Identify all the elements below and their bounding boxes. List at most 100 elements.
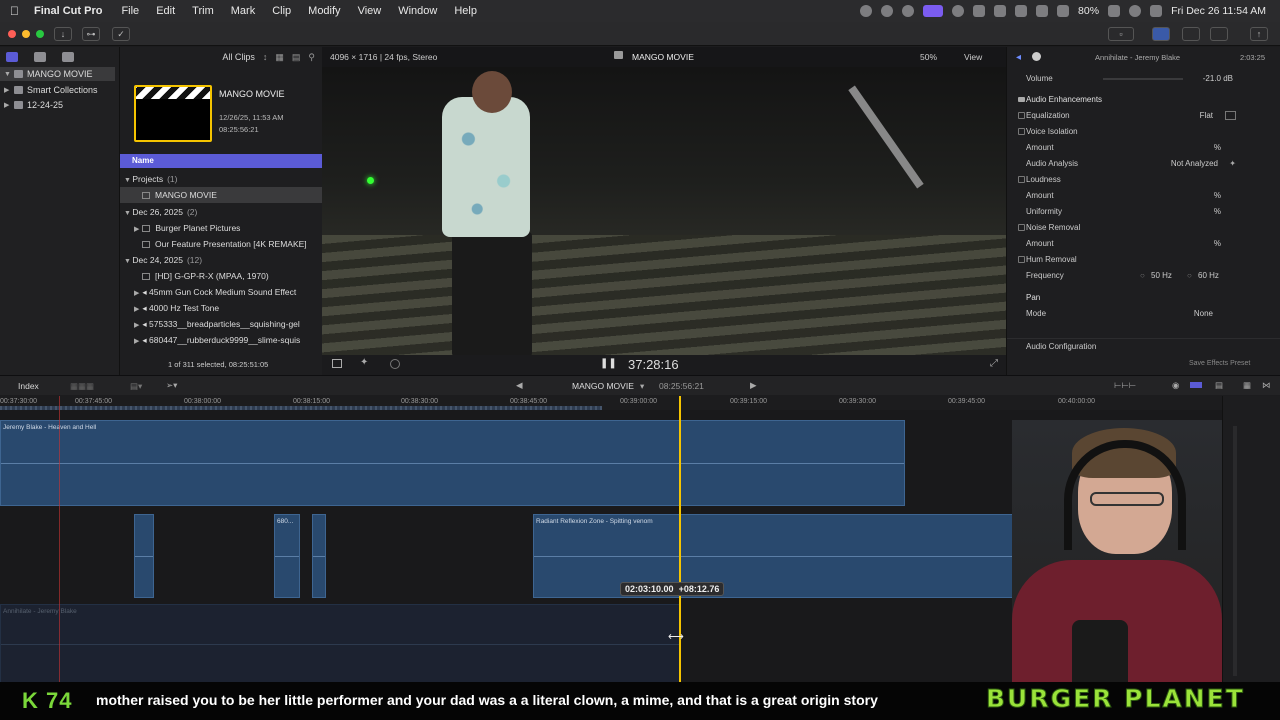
forward-arrow-icon[interactable]: ▶ <box>750 380 757 391</box>
filmstrip-icon[interactable]: ▦ <box>275 52 284 63</box>
inspector-toggle-icon[interactable] <box>1210 27 1228 41</box>
volume-slider[interactable] <box>1103 78 1183 80</box>
save-effects-preset-button[interactable]: Save Effects Preset <box>1189 360 1250 367</box>
audio-clip-heaven-and-hell[interactable]: Jeremy Blake - Heaven and Hell <box>0 420 905 506</box>
disclosure-icon[interactable]: ▶ <box>4 101 10 109</box>
select-tool-icon[interactable]: ➢▾ <box>166 380 177 391</box>
library-item[interactable]: ▼ MANGO MOVIE <box>0 67 115 81</box>
skimming-icon[interactable]: ⊢⊢⊢ <box>1114 380 1136 391</box>
video-frame[interactable] <box>322 67 1006 355</box>
menu-help[interactable]: Help <box>454 5 477 17</box>
volume-icon[interactable] <box>973 5 986 17</box>
clip-filter[interactable]: All Clips <box>222 52 255 62</box>
zoom-window-button[interactable] <box>36 30 44 38</box>
voice-isolation-checkbox[interactable] <box>1018 128 1025 135</box>
freq-50[interactable]: 50 Hz <box>1151 268 1172 284</box>
volume-value[interactable]: -21.0 dB <box>1203 71 1233 87</box>
list-item[interactable]: Our Feature Presentation [4K REMAKE] <box>120 236 323 252</box>
menu-window[interactable]: Window <box>398 5 437 17</box>
list-item[interactable]: ▶ Burger Planet Pictures <box>120 220 323 236</box>
screen-record-icon[interactable] <box>923 5 944 17</box>
filter-chevron-icon[interactable]: ↕ <box>263 52 268 62</box>
photos-icon[interactable] <box>34 52 46 62</box>
menu-clip[interactable]: Clip <box>272 5 291 17</box>
loudness-checkbox[interactable] <box>1018 176 1025 183</box>
project-thumbnail[interactable] <box>134 85 212 142</box>
timeline-project-name[interactable]: MANGO MOVIE <box>572 381 634 391</box>
hum-removal-checkbox[interactable] <box>1018 256 1025 263</box>
wifi-icon[interactable] <box>1108 5 1121 17</box>
connect-icon[interactable]: ▦▦▦ <box>70 381 94 392</box>
fullscreen-icon[interactable]: ⤢ <box>990 358 998 369</box>
search-icon[interactable] <box>1129 5 1142 17</box>
audio-configuration-header[interactable]: Audio Configuration <box>1007 338 1280 354</box>
edit-mode-icon[interactable]: ▤▾ <box>130 381 142 392</box>
minimize-window-button[interactable] <box>22 30 30 38</box>
list-item[interactable]: ▶ ◂ 45mm Gun Cock Medium Sound Effect <box>120 284 323 300</box>
snapping-icon[interactable] <box>1190 382 1202 388</box>
pan-header[interactable]: Pan <box>1007 290 1280 306</box>
keywords-icon[interactable]: ⊶ <box>82 27 100 41</box>
menu-view[interactable]: View <box>358 5 382 17</box>
globe-icon[interactable] <box>881 5 894 17</box>
audio-clip-small[interactable]: 680... <box>274 514 300 598</box>
list-item[interactable]: ▶ ◂ 4000 Hz Test Tone <box>120 300 323 316</box>
record-icon[interactable] <box>860 5 873 17</box>
titles-icon[interactable] <box>62 52 74 62</box>
audio-inspector-icon[interactable]: ◂ <box>1016 52 1021 63</box>
menu-app-name[interactable]: Final Cut Pro <box>34 5 102 17</box>
audio-clip-annihilate[interactable]: Annihilate - Jeremy Blake <box>0 604 680 682</box>
event-item[interactable]: ▶ 12-24-25 <box>4 98 63 112</box>
speed-icon[interactable] <box>390 359 400 369</box>
clip-appearance-icon[interactable]: ▤ <box>1215 380 1223 391</box>
audio-enhancements-header[interactable]: Audio Enhancements <box>1007 92 1280 108</box>
voice-amount-unit[interactable]: % <box>1214 140 1221 156</box>
audio-clip-small[interactable] <box>312 514 326 598</box>
transform-icon[interactable] <box>332 359 342 368</box>
smart-collections-item[interactable]: ▶ Smart Collections <box>4 83 98 97</box>
info-icon[interactable] <box>1032 52 1041 61</box>
list-group-date[interactable]: ▼ Dec 26, 2025 (2) <box>120 204 323 220</box>
menu-modify[interactable]: Modify <box>308 5 340 17</box>
equalization-checkbox[interactable] <box>1018 112 1025 119</box>
disclosure-icon[interactable]: ▼ <box>4 71 11 78</box>
list-item[interactable]: MANGO MOVIE <box>120 187 323 203</box>
timecode-display[interactable]: 37:28:16 <box>628 357 679 372</box>
apple-icon[interactable]:  <box>10 4 24 18</box>
play-icon[interactable] <box>952 5 965 17</box>
pause-icon[interactable]: ❚❚ <box>600 358 617 369</box>
transitions-icon[interactable]: ⋈ <box>1262 380 1271 391</box>
display-icon[interactable] <box>994 5 1007 17</box>
analyze-icon[interactable]: ✦ <box>1229 156 1236 172</box>
disclosure-icon[interactable]: ▶ <box>4 86 10 94</box>
control-center-icon[interactable] <box>1150 5 1163 17</box>
close-window-button[interactable] <box>8 30 16 38</box>
list-icon[interactable]: ▤ <box>292 52 301 63</box>
name-column-header[interactable]: Name <box>120 154 323 168</box>
menu-trim[interactable]: Trim <box>192 5 214 17</box>
index-button[interactable]: Index <box>18 381 39 391</box>
equalization-menu[interactable]: Flat <box>1200 108 1213 124</box>
menu-edit[interactable]: Edit <box>156 5 175 17</box>
freq-60[interactable]: 60 Hz <box>1198 268 1219 284</box>
view-menu[interactable]: View <box>964 52 982 62</box>
list-group-projects[interactable]: ▼ Projects (1) <box>120 171 323 187</box>
sync-icon[interactable] <box>902 5 915 17</box>
project-chevron-icon[interactable]: ▾ <box>640 381 644 392</box>
libraries-icon[interactable] <box>6 52 18 62</box>
share-icon[interactable]: ↑ <box>1250 27 1268 41</box>
radio-50-icon[interactable]: ○ <box>1140 268 1145 284</box>
share-toggle-icon[interactable]: ▫ <box>1108 27 1134 41</box>
radio-60-icon[interactable]: ○ <box>1187 268 1192 284</box>
import-icon[interactable]: ↓ <box>54 27 72 41</box>
menu-file[interactable]: File <box>121 5 139 17</box>
search-icon[interactable]: ⚲ <box>308 52 315 63</box>
back-arrow-icon[interactable]: ◀ <box>516 380 523 391</box>
menu-mark[interactable]: Mark <box>231 5 255 17</box>
browser-toggle-icon[interactable] <box>1152 27 1170 41</box>
list-item[interactable]: ▶ ◂ 575333__breadparticles__squishing-ge… <box>120 316 323 332</box>
effects-icon[interactable]: ✦ <box>360 357 368 368</box>
solo-icon[interactable]: ◉ <box>1172 380 1179 391</box>
eq-graph-icon[interactable] <box>1225 111 1236 120</box>
noise-removal-checkbox[interactable] <box>1018 224 1025 231</box>
